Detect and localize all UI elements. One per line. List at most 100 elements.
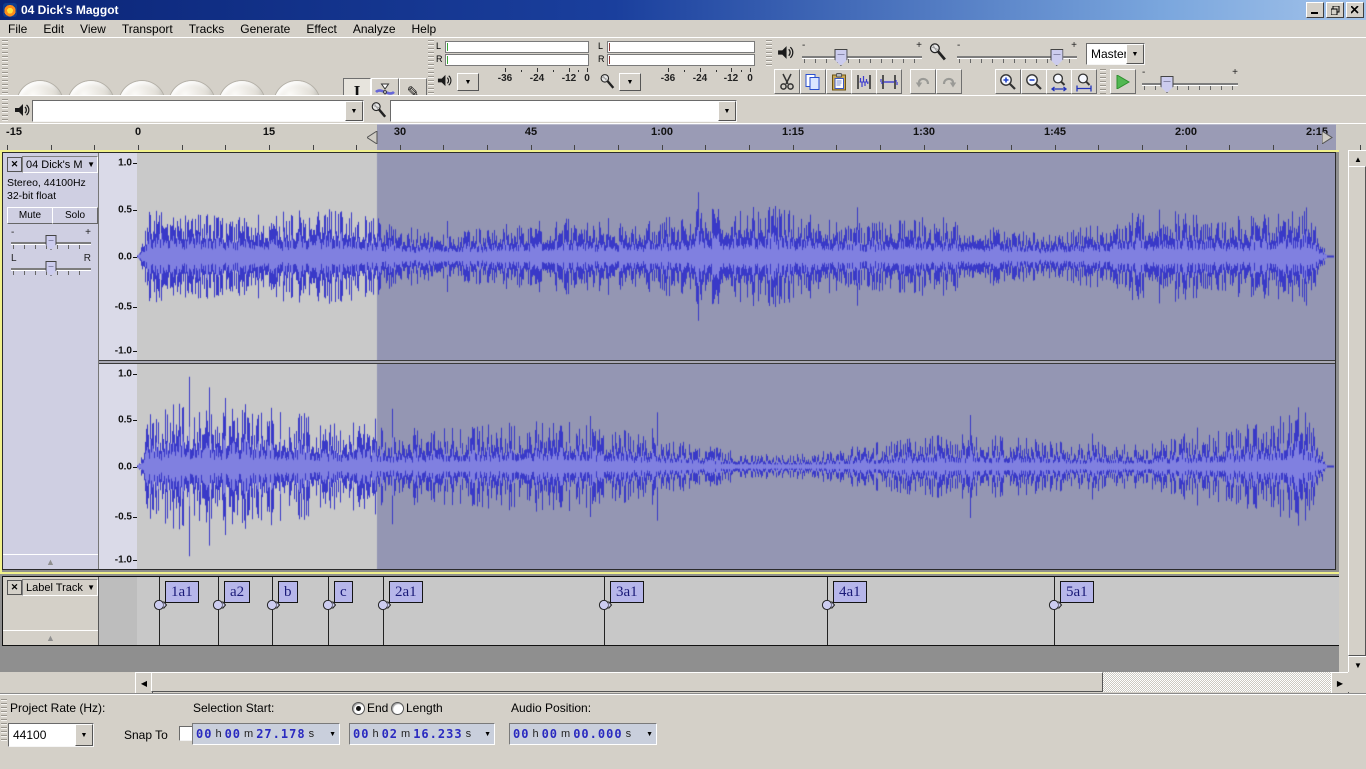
track-close-button[interactable]: ✕: [7, 157, 22, 172]
chevron-down-icon[interactable]: ▼: [345, 101, 363, 121]
chevron-down-icon[interactable]: ▼: [75, 724, 93, 746]
label-track-collapse-button[interactable]: ▲: [3, 630, 98, 645]
chevron-down-icon[interactable]: ▼: [484, 731, 491, 738]
output-volume-slider[interactable]: - +: [800, 42, 924, 66]
fit-selection-button[interactable]: [1046, 69, 1072, 94]
label-track-close-button[interactable]: ✕: [7, 580, 22, 595]
selection-start-arrow-icon[interactable]: [367, 131, 378, 149]
seconds-value[interactable]: 16.233: [413, 727, 462, 741]
meter-scale-number: -12: [562, 73, 576, 84]
track-collapse-button[interactable]: ▲: [3, 554, 98, 569]
selection-start-label: Selection Start:: [193, 701, 274, 715]
solo-button[interactable]: Solo: [52, 207, 98, 224]
input-device-select[interactable]: Master ▼: [1086, 43, 1145, 65]
zoom-in-button[interactable]: [995, 69, 1021, 94]
copy-button[interactable]: [800, 69, 826, 94]
timeline-ruler[interactable]: -1501530451:001:151:301:452:002:15: [0, 123, 1366, 152]
label-text[interactable]: 4a1: [833, 581, 867, 603]
input-volume-thumb[interactable]: [1050, 49, 1063, 66]
hours-value[interactable]: 00: [353, 727, 369, 741]
ruler-time-label: 30: [394, 126, 406, 138]
selection-start-field[interactable]: 00 h 00 m 27.178 s ▼: [192, 723, 340, 745]
output-device-combo[interactable]: ▼: [32, 100, 364, 122]
input-device-combo[interactable]: ▼: [390, 100, 737, 122]
label-text[interactable]: 5a1: [1060, 581, 1094, 603]
label-text[interactable]: 1a1: [165, 581, 199, 603]
fit-project-button[interactable]: [1071, 69, 1097, 94]
seconds-value[interactable]: 00.000: [573, 727, 622, 741]
meter-dropdown-button[interactable]: ▼: [457, 73, 479, 91]
selection-end-field[interactable]: 00 h 02 m 16.233 s ▼: [349, 723, 495, 745]
chevron-down-icon[interactable]: ▼: [329, 731, 336, 738]
horizontal-scrollbar[interactable]: ◀ ▶: [0, 672, 1348, 692]
playback-speed-slider[interactable]: - +: [1140, 69, 1240, 93]
menu-item-view[interactable]: View: [72, 21, 114, 37]
label-area[interactable]: 1a1 a2 b c 2a1 3a1 4a1 5a1: [137, 577, 1342, 645]
trim-outside-button[interactable]: [851, 69, 877, 94]
speed-thumb[interactable]: [1161, 76, 1174, 93]
length-radio[interactable]: [391, 702, 404, 715]
vertical-scrollbar[interactable]: ▲ ▼: [1348, 150, 1366, 672]
minutes-value[interactable]: 00: [542, 727, 558, 741]
minimize-button[interactable]: [1306, 2, 1324, 18]
track-title-dropdown[interactable]: 04 Dick's M ▼: [22, 156, 98, 173]
chevron-down-icon[interactable]: ▼: [646, 731, 653, 738]
mute-button[interactable]: Mute: [7, 207, 53, 224]
zoom-out-button[interactable]: [1021, 69, 1047, 94]
minutes-value[interactable]: 02: [382, 727, 398, 741]
menu-item-tracks[interactable]: Tracks: [181, 21, 233, 37]
selection-end-arrow-icon[interactable]: [1322, 131, 1333, 149]
selection-toolbar-grip[interactable]: [1, 699, 7, 743]
input-volume-slider[interactable]: - +: [955, 42, 1079, 66]
hours-value[interactable]: 00: [513, 727, 529, 741]
label-track-title-dropdown[interactable]: Label Track ▼: [22, 579, 98, 596]
label-text[interactable]: c: [334, 581, 353, 603]
meter-bar: [607, 41, 755, 53]
minutes-value[interactable]: 00: [225, 727, 241, 741]
menu-item-generate[interactable]: Generate: [232, 21, 298, 37]
label-text[interactable]: 3a1: [610, 581, 644, 603]
transport-toolbar-grip[interactable]: [2, 40, 8, 94]
play-at-speed-grip[interactable]: [1100, 69, 1106, 94]
waveform-channel-left[interactable]: [137, 153, 1335, 360]
menu-item-edit[interactable]: Edit: [35, 21, 72, 37]
menu-item-effect[interactable]: Effect: [298, 21, 344, 37]
paste-button[interactable]: [826, 69, 852, 94]
menu-item-file[interactable]: File: [0, 21, 35, 37]
menu-item-transport[interactable]: Transport: [114, 21, 181, 37]
pan-slider[interactable]: L R: [9, 255, 93, 279]
menu-item-help[interactable]: Help: [404, 21, 445, 37]
mixer-toolbar-grip[interactable]: [766, 40, 772, 66]
seconds-value[interactable]: 27.178: [256, 727, 305, 741]
project-rate-select[interactable]: 44100 ▼: [8, 723, 94, 747]
end-radio-label[interactable]: End: [367, 701, 388, 715]
close-button[interactable]: [1346, 2, 1364, 18]
redo-button[interactable]: [936, 69, 962, 94]
meter-dropdown-button[interactable]: ▼: [619, 73, 641, 91]
play-at-speed-button[interactable]: [1110, 69, 1136, 94]
horizontal-scroll-trough[interactable]: [1103, 672, 1331, 692]
recording-meter[interactable]: LR▼-36-24-120: [596, 40, 758, 94]
undo-button[interactable]: [910, 69, 936, 94]
restore-button[interactable]: [1326, 2, 1344, 18]
menu-item-analyze[interactable]: Analyze: [345, 21, 404, 37]
audio-position-field[interactable]: 00 h 00 m 00.000 s ▼: [509, 723, 657, 745]
cut-button[interactable]: [774, 69, 800, 94]
length-radio-label[interactable]: Length: [406, 701, 443, 715]
chevron-down-icon[interactable]: ▼: [718, 101, 736, 121]
scroll-right-button[interactable]: ▶: [1331, 672, 1349, 694]
label-text[interactable]: 2a1: [389, 581, 423, 603]
playback-meter[interactable]: LR▼-36-24-120: [434, 40, 592, 94]
gain-slider[interactable]: - +: [9, 229, 93, 253]
hours-value[interactable]: 00: [196, 727, 212, 741]
vertical-scroll-thumb[interactable]: [1348, 166, 1366, 656]
waveform-channel-right[interactable]: [137, 364, 1335, 569]
horizontal-scroll-thumb[interactable]: [151, 672, 1103, 692]
output-volume-thumb[interactable]: [834, 49, 847, 66]
chevron-down-icon[interactable]: ▼: [1126, 44, 1144, 64]
end-radio[interactable]: [352, 702, 365, 715]
label-text[interactable]: b: [278, 581, 298, 603]
device-toolbar-grip[interactable]: [2, 99, 8, 121]
label-text[interactable]: a2: [224, 581, 250, 603]
silence-button[interactable]: [876, 69, 902, 94]
